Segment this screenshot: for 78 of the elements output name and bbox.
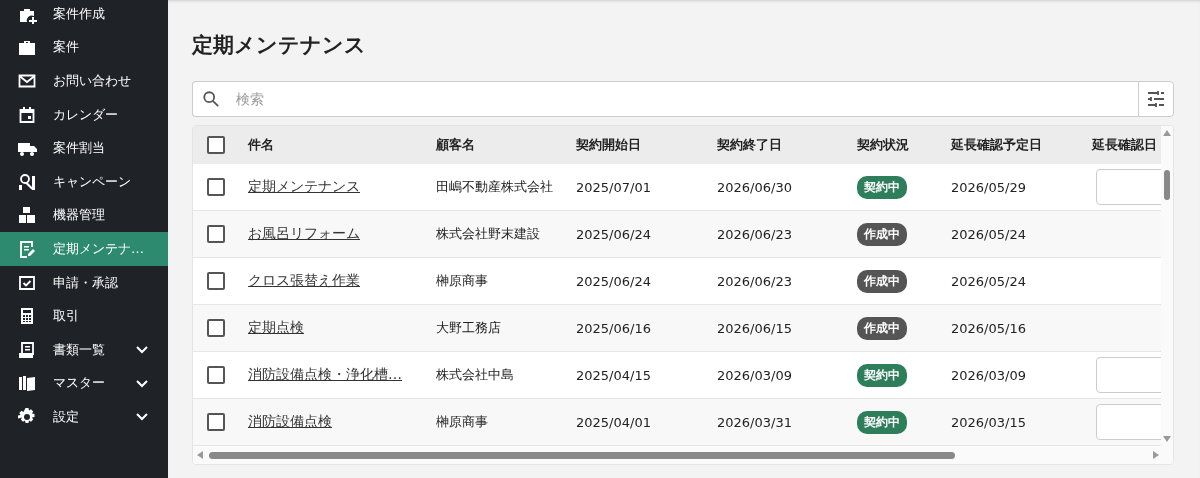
column-header[interactable]: 件名 [248,136,274,154]
sidebar-item[interactable]: 機器管理 [0,198,168,233]
sidebar-item[interactable]: 申請・承認 [0,265,168,300]
sliders-icon [1146,89,1166,109]
table-cell: 2025/04/15 [576,367,651,383]
search-chart-icon [17,171,37,192]
table-cell: 2026/06/30 [717,179,792,195]
status-badge: 契約中 [857,410,907,434]
table-cell: 2026/03/09 [717,367,792,383]
sidebar-item[interactable]: カレンダー [0,97,168,132]
checkbox[interactable] [207,366,225,384]
checkbox[interactable] [207,178,225,196]
date-field[interactable] [1096,169,1162,205]
checkbox[interactable] [207,319,225,337]
table-cell: 榊原商事 [436,272,488,290]
column-header[interactable]: 契約終了日 [717,136,782,154]
table-cell: 2025/06/16 [576,320,651,336]
boxes-icon [17,205,37,226]
table-cell: 2025/06/24 [576,226,651,242]
sidebar-item[interactable]: 取引 [0,299,168,333]
table-cell: 2026/05/24 [951,273,1026,289]
status-badge: 契約中 [857,175,907,199]
record-link[interactable]: お風呂リフォーム [248,225,360,243]
table-cell: 株式会社野末建設 [436,225,540,243]
column-header[interactable]: 契約状況 [857,136,909,154]
document-pen-icon [17,238,37,259]
column-header[interactable]: 契約開始日 [576,136,641,154]
status-badge: 作成中 [857,269,907,293]
table-cell: 2025/06/24 [576,273,651,289]
table-cell: 2026/05/24 [951,226,1026,242]
date-field[interactable] [1096,357,1162,393]
sidebar-item[interactable]: 書類一覧 [0,332,168,367]
sidebar-item[interactable]: 案件作成 [0,0,168,31]
search-field[interactable]: 検索 [192,81,1138,117]
sidebar-item[interactable]: 案件割当 [0,131,168,165]
record-link[interactable]: クロス張替え作業 [248,272,360,290]
checkbox[interactable] [207,272,225,290]
page-title: 定期メンテナンス [192,32,367,59]
date-field[interactable] [1096,404,1162,440]
table-cell: 2026/05/29 [951,179,1026,195]
sidebar-item[interactable]: キャンペーン [0,164,168,199]
checkbox[interactable] [207,136,225,154]
sidebar-item[interactable]: 定期メンテナ… [0,232,168,266]
record-link[interactable]: 定期メンテナンス [248,178,360,196]
column-header[interactable]: 延長確認予定日 [951,136,1042,154]
sidebar-item[interactable]: 設定 [0,400,168,434]
calendar-icon [17,104,37,125]
table-cell: 田嶋不動産株式会社 [436,178,553,196]
folders-icon [17,373,37,394]
column-header[interactable]: 顧客名 [436,136,475,154]
status-badge: 作成中 [857,222,907,246]
sidebar-item[interactable]: 案件 [0,30,168,65]
table-cell: 大野工務店 [436,319,501,337]
search-input[interactable]: 検索 [234,90,1138,108]
document-stack-icon [17,339,37,360]
checkbox[interactable] [207,413,225,431]
sidebar-item[interactable]: マスター [0,366,168,401]
table-cell: 2026/03/31 [717,414,792,430]
column-header[interactable]: 延長確認日 [1092,136,1157,154]
table-cell: 株式会社中島 [436,366,514,384]
table-cell: 2026/03/09 [951,367,1026,383]
record-link[interactable]: 消防設備点検・浄化槽… [248,366,402,384]
checkbox[interactable] [207,225,225,243]
search-icon [202,90,220,108]
record-link[interactable]: 定期点検 [248,319,304,337]
status-badge: 作成中 [857,316,907,340]
table-cell: 2025/04/01 [576,414,651,430]
record-link[interactable]: 消防設備点検 [248,413,332,431]
sidebar-item[interactable]: お問い合わせ [0,64,168,98]
table-cell: 2026/06/23 [717,273,792,289]
filter-button[interactable] [1138,81,1174,117]
table-cell: 2026/05/16 [951,320,1026,336]
table-cell: 2026/06/15 [717,320,792,336]
status-badge: 契約中 [857,363,907,387]
table-cell: 2026/06/23 [717,226,792,242]
table-cell: 2025/07/01 [576,179,651,195]
table-cell: 榊原商事 [436,413,488,431]
table-cell: 2026/03/15 [951,414,1026,430]
